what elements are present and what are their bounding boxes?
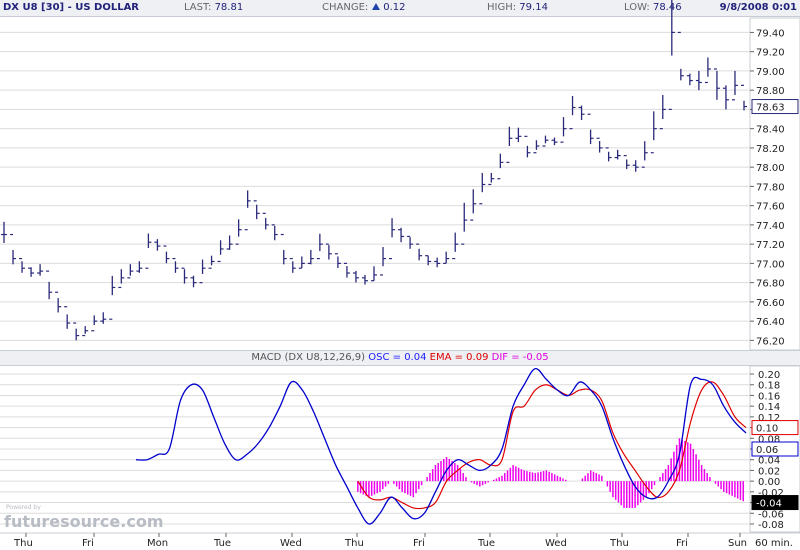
price-tick-label: 76.40 (756, 317, 785, 328)
x-tick-label: Fri (676, 538, 688, 549)
dif-value-tag-label: -0.04 (756, 499, 782, 510)
macd-osc-line (135, 368, 747, 525)
price-tick-label: 76.20 (756, 336, 785, 347)
osc-value-tag-label: 0.06 (756, 445, 778, 456)
x-tick-label: Tue (213, 538, 231, 549)
x-tick-label: Mon (147, 538, 168, 549)
price-panel: 79.4079.2079.0078.8078.6078.4078.2078.00… (0, 0, 800, 351)
x-tick-label: Fri (413, 538, 425, 549)
macd-tick-label: -0.08 (758, 520, 784, 531)
price-tick-label: 78.80 (756, 86, 785, 97)
x-tick-label: Thu (13, 538, 33, 549)
ema-value-tag-label: 0.10 (756, 424, 778, 435)
futuresource-watermark: Powered by futuresource.com (4, 504, 164, 531)
price-tick-label: 76.80 (756, 279, 785, 290)
x-tick-label: Fri (82, 538, 94, 549)
macd-tick-label: 0.00 (758, 477, 780, 488)
chart-canvas[interactable]: 79.4079.2079.0078.8078.6078.4078.2078.00… (0, 0, 800, 550)
macd-tick-label: 0.16 (758, 391, 780, 402)
x-tick-label: Wed (280, 538, 302, 549)
interval-label: 60 min. (755, 538, 793, 549)
x-tick-label: Thu (344, 538, 364, 549)
watermark-text: futuresource.com (4, 512, 164, 531)
macd-tick-label: 0.02 (758, 466, 780, 477)
x-tick-label: Thu (609, 538, 629, 549)
price-tick-label: 79.20 (756, 48, 785, 59)
last-price-tag-label: 78.63 (756, 103, 785, 114)
price-tick-label: 77.20 (756, 240, 785, 251)
x-tick-label: Sun (728, 538, 747, 549)
x-tick-label: Wed (545, 538, 567, 549)
price-tick-label: 79.00 (756, 67, 785, 78)
price-tick-label: 77.40 (756, 221, 785, 232)
macd-tick-label: 0.20 (758, 370, 780, 381)
price-tick-label: 78.40 (756, 125, 785, 136)
x-tick-label: Tue (477, 538, 495, 549)
price-tick-label: 76.60 (756, 298, 785, 309)
macd-tick-label: 0.14 (758, 402, 780, 413)
macd-tick-label: 0.04 (758, 456, 780, 467)
macd-tick-label: 0.18 (758, 381, 780, 392)
price-tick-label: 78.00 (756, 163, 785, 174)
price-tick-label: 79.40 (756, 28, 785, 39)
price-tick-label: 78.20 (756, 144, 785, 155)
price-tick-label: 77.00 (756, 259, 785, 270)
macd-panel: 0.200.180.160.140.120.100.080.060.040.02… (0, 365, 800, 533)
price-tick-label: 77.80 (756, 182, 785, 193)
watermark-powered-by: Powered by (6, 504, 41, 511)
price-tick-label: 77.60 (756, 202, 785, 213)
macd-tick-label: -0.06 (758, 509, 784, 520)
x-axis: Thu Fri Mon Tue Wed Thu Fri Tue Wed Thu Fri Sun 60 m… (0, 532, 800, 549)
